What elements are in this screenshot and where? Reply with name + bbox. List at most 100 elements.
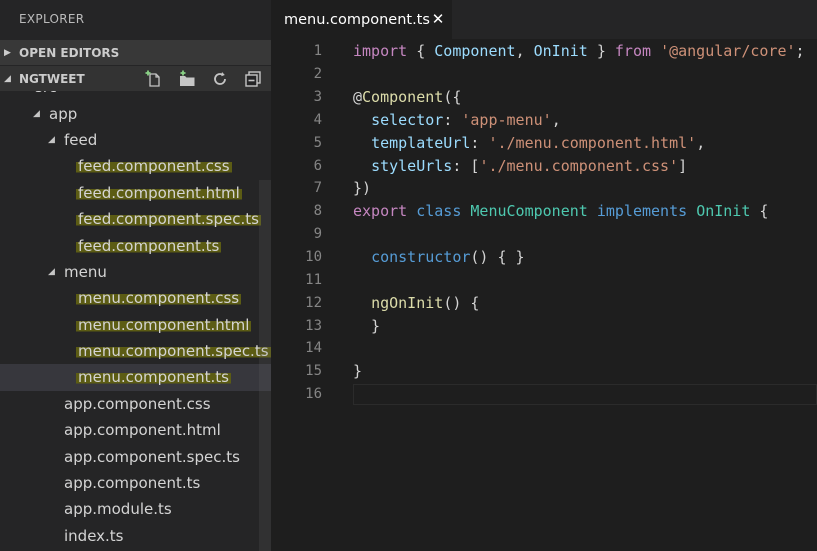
tree-item-label: index.ts <box>64 526 124 545</box>
line-number: 9 <box>313 226 322 243</box>
collapse-all-icon[interactable] <box>242 69 264 89</box>
tree-file[interactable]: menu.component.spec.ts <box>0 338 271 364</box>
new-file-icon[interactable] <box>143 69 165 89</box>
explorer-actions <box>143 66 271 91</box>
code-line[interactable]: 3 @Component({ <box>271 86 817 109</box>
code-token: } <box>353 362 363 381</box>
code-token: , <box>696 133 706 152</box>
code-token: { <box>407 42 435 61</box>
project-section[interactable]: ◢ NGTWEET <box>0 66 271 91</box>
code-text: selector: 'app-menu', <box>353 111 561 129</box>
line-number: 10 <box>305 249 322 266</box>
code-line[interactable]: 2 <box>271 63 817 86</box>
code-text: export class MenuComponent implements On… <box>353 202 768 220</box>
tree-file[interactable]: app.component.ts <box>0 470 271 496</box>
code-line[interactable]: 6 styleUrls: ['./menu.component.css'] <box>271 154 817 177</box>
code-token: , <box>515 42 534 61</box>
tree-file[interactable]: app.module.ts <box>0 496 271 522</box>
code-token: } <box>587 42 615 61</box>
tree-item-label: app.component.spec.ts <box>64 447 240 466</box>
tab-menu-component-ts[interactable]: menu.component.ts ✕ <box>271 0 452 39</box>
code-line[interactable]: 14 <box>271 337 817 360</box>
tree-folder[interactable]: ◢ feed <box>0 127 271 153</box>
line-number: 11 <box>305 271 322 288</box>
refresh-icon[interactable] <box>209 69 231 89</box>
code-text: import { Component, OnInit } from '@angu… <box>353 42 805 60</box>
code-line[interactable]: 4 selector: 'app-menu', <box>271 109 817 132</box>
code-line[interactable]: 13 } <box>271 314 817 337</box>
tree-file[interactable]: feed.component.spec.ts <box>0 206 271 232</box>
tree-item-label: menu.component.css <box>76 289 242 308</box>
code-token: ngOnInit <box>371 293 444 312</box>
code-line[interactable]: 5 templateUrl: './menu.component.html', <box>271 131 817 154</box>
tree-file[interactable]: app.component.html <box>0 417 271 443</box>
code-token: constructor <box>371 248 471 267</box>
tree-file[interactable]: menu.component.css <box>0 285 271 311</box>
code-token: Component <box>362 88 444 107</box>
open-editors-section[interactable]: ▶ OPEN EDITORS <box>0 40 271 65</box>
code-line[interactable]: 15} <box>271 360 817 383</box>
line-number: 3 <box>313 89 322 106</box>
code-token: }) <box>353 179 372 198</box>
tree-folder[interactable]: ◢src <box>0 91 271 100</box>
tree-item-label: feed.component.spec.ts <box>76 210 261 229</box>
code-line[interactable]: 16 <box>271 383 817 406</box>
tree-file[interactable]: app.component.spec.ts <box>0 443 271 469</box>
explorer-sidebar: EXPLORER ▶ OPEN EDITORS ◢ NGTWEET ◢ app … <box>0 0 271 551</box>
tree-file[interactable]: feed.component.ts <box>0 232 271 258</box>
tree-file[interactable]: feed.component.css <box>0 153 271 179</box>
new-folder-icon[interactable] <box>176 69 198 89</box>
line-number: 14 <box>305 340 322 357</box>
line-number: 16 <box>305 386 322 403</box>
code-token: ({ <box>443 88 462 107</box>
tree-file[interactable]: index.ts <box>0 523 271 549</box>
tree-item-label: feed <box>64 130 98 149</box>
code-text: @Component({ <box>353 88 461 106</box>
code-text: } <box>353 362 362 380</box>
tree-item-label: app.component.ts <box>64 474 201 493</box>
code-editor[interactable]: 1 import { Component, OnInit } from '@ang… <box>271 40 817 406</box>
code-line[interactable]: 7}) <box>271 177 817 200</box>
code-token: './menu.component.html' <box>488 133 697 152</box>
close-icon[interactable]: ✕ <box>431 10 445 28</box>
code-token: MenuComponent <box>470 202 588 221</box>
tree-file[interactable]: feed.component.html <box>0 180 271 206</box>
tree-file[interactable]: app.component.css <box>0 391 271 417</box>
file-tree: ◢src◢app◢feedfeed.component.cssfeed.comp… <box>0 91 271 551</box>
line-number: 2 <box>313 66 322 83</box>
tab-bar: menu.component.ts ✕ <box>271 0 817 39</box>
tree-folder[interactable]: ◢ app <box>0 100 271 126</box>
code-line[interactable]: 9 <box>271 223 817 246</box>
sidebar-scrollbar[interactable] <box>259 180 271 551</box>
tree-folder[interactable]: ◢ menu <box>0 259 271 285</box>
code-line[interactable]: 10 constructor() { } <box>271 246 817 269</box>
code-token: ] <box>678 156 688 175</box>
line-number: 8 <box>313 203 322 220</box>
code-token: : <box>470 133 489 152</box>
code-line[interactable]: 12 ngOnInit() { <box>271 291 817 314</box>
tab-label: menu.component.ts <box>284 11 430 28</box>
tree-file[interactable]: menu.component.html <box>0 312 271 338</box>
tree-item-label: src <box>33 91 59 96</box>
current-line-highlight <box>353 383 817 405</box>
code-token: from <box>614 42 652 61</box>
code-token: import <box>353 42 408 61</box>
tree-item-label: app.module.ts <box>64 500 172 519</box>
tree-item-label: feed.component.css <box>76 157 232 176</box>
explorer-title: EXPLORER <box>19 12 85 26</box>
code-token: 'app-menu' <box>461 110 552 129</box>
chevron-down-icon: ◢ <box>33 108 40 119</box>
tree-item-label: menu.component.spec.ts <box>76 342 271 361</box>
open-editors-label: OPEN EDITORS <box>19 45 120 60</box>
code-line[interactable]: 11 <box>271 268 817 291</box>
code-token: { <box>750 202 769 221</box>
code-line[interactable]: 8 export class MenuComponent implements O… <box>271 200 817 223</box>
project-label: NGTWEET <box>19 71 85 86</box>
code-line[interactable]: 1 import { Component, OnInit } from '@ang… <box>271 40 817 63</box>
tree-file[interactable]: menu.component.ts <box>0 364 271 391</box>
file-tree-rows: ◢src◢app◢feedfeed.component.cssfeed.comp… <box>0 91 271 549</box>
